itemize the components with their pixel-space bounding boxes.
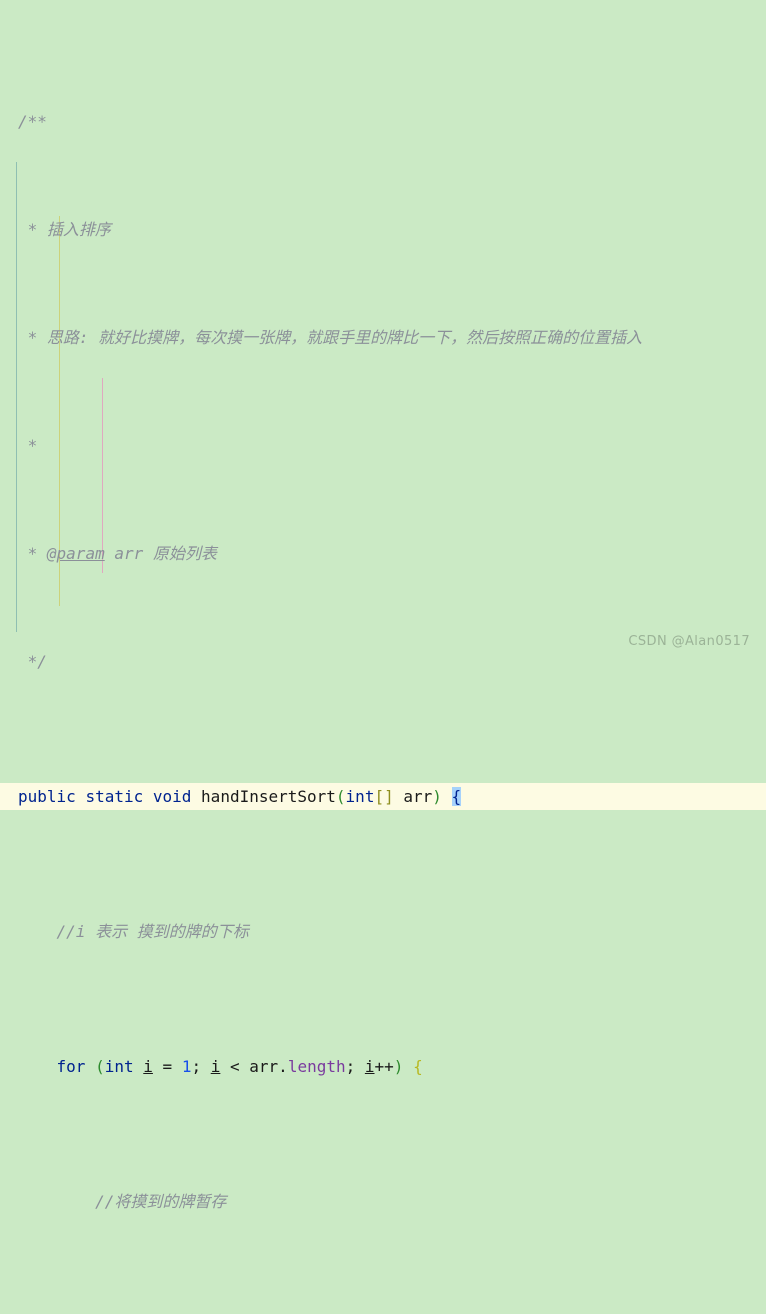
- for-init-value: 1: [181, 1057, 192, 1076]
- code-line-method-signature[interactable]: public static void handInsertSort(int[] …: [0, 783, 766, 810]
- for-var-i-incr: i: [364, 1057, 375, 1076]
- array-brackets: []: [374, 787, 394, 806]
- javadoc-open: /**: [18, 112, 47, 131]
- javadoc-param-tag: @param: [46, 544, 105, 563]
- javadoc-blank: *: [27, 436, 38, 455]
- for-var-i-decl: i: [143, 1057, 153, 1076]
- javadoc-idea: * 思路: 就好比摸牌，每次摸一张牌，就跟手里的牌比一下，然后按照正确的位置插入: [27, 328, 643, 347]
- for-increment: ++: [374, 1057, 394, 1076]
- comment-tmp: //将摸到的牌暂存: [95, 1192, 227, 1211]
- paren-close: ): [432, 787, 442, 806]
- param-arr: arr: [393, 787, 433, 806]
- for-paren-open: (: [95, 1057, 105, 1076]
- for-field-length: length: [287, 1057, 346, 1076]
- watermark-label: CSDN @Alan0517: [628, 634, 750, 649]
- code-line-javadoc-param[interactable]: * @param arr 原始列表: [0, 540, 766, 567]
- javadoc-param-name: arr: [104, 544, 153, 563]
- javadoc-param-desc: 原始列表: [152, 544, 217, 563]
- javadoc-param-star: *: [27, 544, 47, 563]
- for-semicolon-2: ;: [345, 1057, 365, 1076]
- code-block[interactable]: /** * 插入排序 * 思路: 就好比摸牌，每次摸一张牌，就跟手里的牌比一下，…: [0, 0, 766, 1314]
- for-assign: =: [152, 1057, 182, 1076]
- for-var-i-cond: i: [210, 1057, 221, 1076]
- keyword-for: for: [56, 1057, 86, 1076]
- code-line-javadoc-idea[interactable]: * 思路: 就好比摸牌，每次摸一张牌，就跟手里的牌比一下，然后按照正确的位置插入: [0, 324, 766, 351]
- javadoc-title: * 插入排序: [27, 220, 111, 239]
- code-editor[interactable]: /** * 插入排序 * 思路: 就好比摸牌，每次摸一张牌，就跟手里的牌比一下，…: [0, 0, 766, 1211]
- keyword-public: public: [18, 787, 76, 806]
- keyword-int: int: [345, 787, 375, 806]
- keyword-void: void: [152, 787, 192, 806]
- code-line-comment-i[interactable]: //i 表示 摸到的牌的下标: [0, 918, 766, 945]
- javadoc-close: */: [27, 652, 47, 671]
- code-line-javadoc-open[interactable]: /**: [0, 108, 766, 135]
- paren-open: (: [335, 787, 346, 806]
- method-name: handInsertSort: [201, 787, 336, 806]
- matching-brace-open-highlight[interactable]: {: [451, 787, 462, 806]
- for-arr: arr: [249, 1057, 279, 1076]
- for-dot: .: [278, 1057, 288, 1076]
- comment-i: //i 表示 摸到的牌的下标: [56, 922, 249, 941]
- keyword-static: static: [85, 787, 144, 806]
- code-line-javadoc-close[interactable]: */: [0, 648, 766, 675]
- for-less-than: <: [220, 1057, 250, 1076]
- code-line-javadoc-title[interactable]: * 插入排序: [0, 216, 766, 243]
- for-brace-open: {: [413, 1057, 423, 1076]
- code-line-comment-tmp[interactable]: //将摸到的牌暂存: [0, 1188, 766, 1215]
- for-keyword-int: int: [104, 1057, 134, 1076]
- code-line-for[interactable]: for (int i = 1; i < arr.length; i++) {: [0, 1053, 766, 1080]
- code-line-javadoc-blank[interactable]: *: [0, 432, 766, 459]
- for-paren-close: ): [393, 1057, 404, 1076]
- for-semicolon-1: ;: [191, 1057, 211, 1076]
